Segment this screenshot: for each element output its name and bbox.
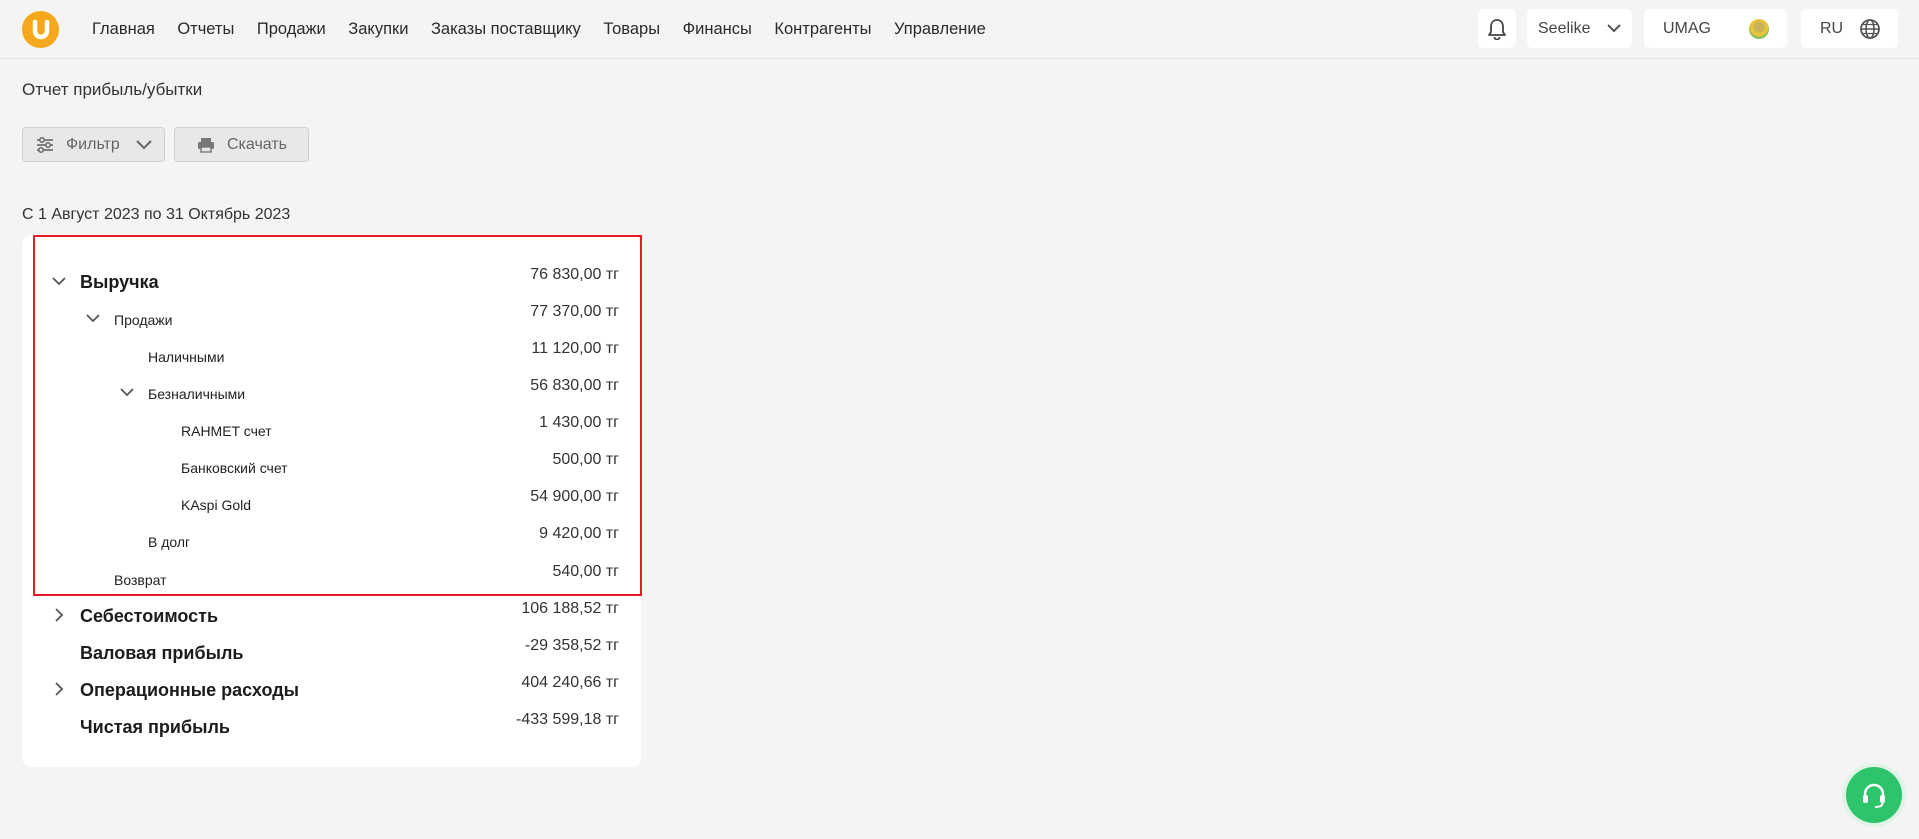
report-row-net-profit: Чистая прибыль -433 599,18 тг	[22, 711, 641, 743]
org-name: UMAG	[1663, 19, 1711, 37]
chevron-down-icon	[1607, 24, 1621, 33]
support-chat-button[interactable]	[1846, 767, 1902, 823]
report-row-label: RAHMET счет	[181, 423, 272, 439]
top-bar: Главная Отчеты Продажи Закупки Заказы по…	[0, 0, 1919, 59]
language-label: RU	[1820, 19, 1844, 37]
nav-item-sales[interactable]: Продажи	[257, 20, 326, 39]
report-row-label: В долг	[148, 534, 191, 550]
report-row-returns: Возврат 540,00 тг	[22, 563, 641, 595]
report-row-cashless[interactable]: Безналичными 56 830,00 тг	[22, 377, 641, 409]
report-row-cash: Наличными 11 120,00 тг	[22, 340, 641, 372]
report-row-operating-expenses[interactable]: Операционные расходы 404 240,66 тг	[22, 674, 641, 706]
sliders-icon	[37, 136, 53, 153]
chevron-down-icon[interactable]	[86, 313, 100, 323]
report-row-cost[interactable]: Себестоимость 106 188,52 тг	[22, 600, 641, 632]
report-row-label: Валовая прибыль	[80, 643, 244, 663]
nav-item-home[interactable]: Главная	[92, 20, 155, 39]
chevron-right-icon[interactable]	[54, 608, 64, 622]
filter-button[interactable]: Фильтр	[22, 127, 165, 162]
report-row-revenue[interactable]: Выручка 76 830,00 тг	[22, 266, 641, 298]
bell-icon	[1488, 18, 1506, 40]
nav-item-purchases[interactable]: Закупки	[348, 20, 408, 39]
report-row-amount: 11 120,00 тг	[531, 340, 619, 357]
report-row-label: Выручка	[80, 272, 159, 292]
report-row-label: Банковский счет	[181, 460, 288, 476]
report-row-rahmet: RAHMET счет 1 430,00 тг	[22, 414, 641, 446]
report-row-amount: 9 420,00 тг	[539, 525, 619, 542]
report-row-label: Наличными	[148, 349, 225, 365]
report-period: С 1 Август 2023 по 31 Октябрь 2023	[22, 206, 291, 223]
report-row-sales[interactable]: Продажи 77 370,00 тг	[22, 303, 641, 335]
report-row-amount: -29 358,52 тг	[524, 637, 619, 654]
organization-selector[interactable]: UMAG	[1644, 9, 1787, 48]
report-row-amount: 500,00 тг	[552, 451, 619, 468]
chevron-down-icon[interactable]	[120, 387, 134, 397]
nav-item-counterparties[interactable]: Контрагенты	[774, 20, 871, 39]
report-row-label: Себестоимость	[80, 606, 219, 626]
report-row-label: Чистая прибыль	[80, 717, 230, 737]
report-row-label: Безналичными	[148, 386, 246, 402]
nav-item-management[interactable]: Управление	[894, 20, 986, 39]
report-row-amount: 54 900,00 тг	[530, 488, 619, 505]
report-row-gross-profit: Валовая прибыль -29 358,52 тг	[22, 637, 641, 669]
chevron-right-icon[interactable]	[54, 682, 64, 696]
language-selector[interactable]: RU	[1801, 9, 1898, 48]
report-row-kaspi-gold: KAspi Gold 54 900,00 тг	[22, 488, 641, 520]
report-row-label: Возврат	[114, 572, 167, 588]
globe-icon	[1860, 19, 1880, 39]
report-row-amount: 106 188,52 тг	[521, 600, 619, 617]
headset-icon	[1863, 783, 1885, 808]
org-avatar-icon	[1749, 19, 1769, 39]
report-row-amount: 540,00 тг	[552, 563, 619, 580]
filter-label: Фильтр	[66, 135, 120, 153]
page-title: Отчет прибыль/убытки	[22, 80, 203, 99]
report-row-label: KAspi Gold	[181, 497, 252, 513]
download-label: Скачать	[227, 135, 287, 153]
report-row-amount: 77 370,00 тг	[530, 303, 619, 320]
nav-item-finance[interactable]: Финансы	[683, 20, 752, 39]
report-row-amount: -433 599,18 тг	[515, 711, 619, 728]
download-button[interactable]: Скачать	[174, 127, 309, 162]
chevron-down-icon	[136, 140, 152, 150]
report-row-on-credit: В долг 9 420,00 тг	[22, 525, 641, 557]
user-name: Seelike	[1538, 19, 1591, 37]
main-nav: Главная Отчеты Продажи Закупки Заказы по…	[92, 0, 1008, 58]
nav-item-products[interactable]: Товары	[603, 20, 660, 39]
report-row-amount: 404 240,66 тг	[521, 674, 619, 691]
report-row-label: Операционные расходы	[80, 680, 300, 700]
user-menu[interactable]: Seelike	[1527, 9, 1632, 48]
chevron-down-icon[interactable]	[52, 276, 66, 286]
report-row-label: Продажи	[114, 312, 173, 328]
report-row-bank-account: Банковский счет 500,00 тг	[22, 451, 641, 483]
nav-item-reports[interactable]: Отчеты	[177, 20, 234, 39]
notifications-button[interactable]	[1478, 9, 1516, 48]
report-row-amount: 76 830,00 тг	[530, 266, 619, 283]
printer-icon	[198, 137, 214, 153]
profit-loss-report: Выручка 76 830,00 тг Продажи 77 370,00 т…	[22, 235, 641, 767]
logo-icon[interactable]	[22, 11, 59, 48]
report-row-amount: 56 830,00 тг	[530, 377, 619, 394]
nav-item-supplier-orders[interactable]: Заказы поставщику	[431, 20, 581, 39]
report-row-amount: 1 430,00 тг	[539, 414, 619, 431]
